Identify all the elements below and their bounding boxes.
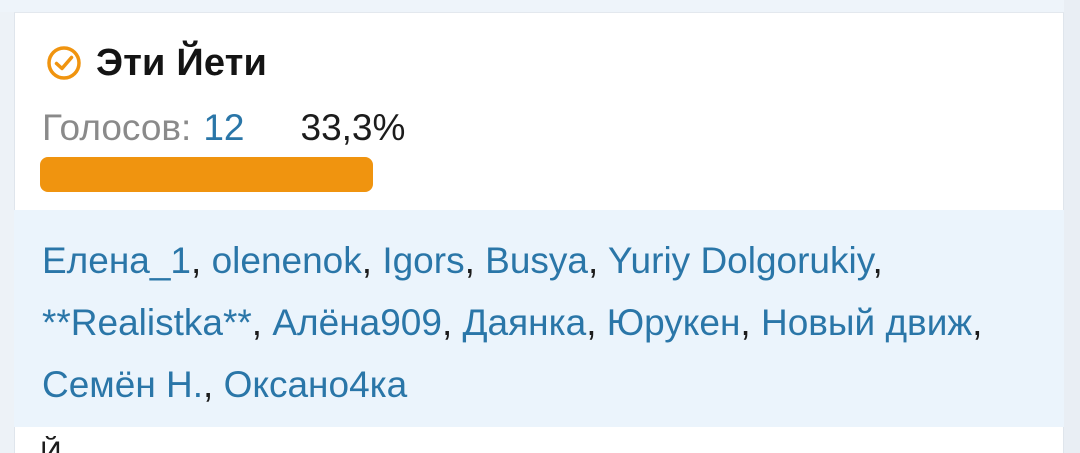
voter-link[interactable]: Елена_1: [42, 240, 191, 281]
voter-separator: ,: [740, 302, 761, 343]
votes-count-link[interactable]: 12: [203, 107, 244, 149]
top-background-strip: [0, 0, 1080, 12]
voter-separator: ,: [588, 240, 608, 281]
voter-separator: ,: [872, 240, 883, 281]
next-poll-option-title: Й: [40, 436, 62, 453]
votes-summary: Голосов: 12 33,3%: [42, 104, 405, 152]
voter-separator: ,: [464, 240, 486, 281]
votes-label: Голосов:: [42, 107, 192, 148]
voter-link[interactable]: Даянка: [463, 302, 587, 343]
voters-panel: Елена_1, olenenok, Igors, Busya, Yuriy D…: [14, 210, 1064, 427]
voter-link[interactable]: olenenok: [212, 240, 362, 281]
poll-option-title: Эти Йети: [96, 41, 268, 84]
votes-progress-fill: [40, 157, 373, 192]
voter-separator: ,: [251, 302, 273, 343]
voter-link[interactable]: Семён Н.: [42, 364, 203, 405]
voter-link[interactable]: Igors: [382, 240, 464, 281]
voter-separator: ,: [586, 302, 607, 343]
voter-separator: ,: [191, 240, 212, 281]
voters-list: Елена_1, olenenok, Igors, Busya, Yuriy D…: [42, 230, 1036, 416]
voter-link[interactable]: Busya: [485, 240, 588, 281]
poll-option-header: Эти Йети: [46, 38, 267, 88]
voter-link[interactable]: **Realistka**: [42, 302, 252, 343]
votes-percent: 33,3%: [300, 107, 406, 148]
voter-separator: ,: [972, 302, 983, 343]
voter-link[interactable]: Оксано4ка: [224, 364, 408, 405]
votes-progress-bar: [40, 157, 1040, 192]
voter-link[interactable]: Юрукен: [607, 302, 741, 343]
page-right-edge: [1064, 0, 1080, 453]
voter-separator: ,: [361, 240, 383, 281]
voter-link[interactable]: Алёна909: [272, 302, 442, 343]
voter-separator: ,: [441, 302, 463, 343]
voter-link[interactable]: Новый движ: [761, 302, 972, 343]
voter-separator: ,: [203, 364, 224, 405]
voter-link[interactable]: Yuriy Dolgorukiy: [608, 240, 873, 281]
check-circle-icon: [46, 45, 82, 81]
